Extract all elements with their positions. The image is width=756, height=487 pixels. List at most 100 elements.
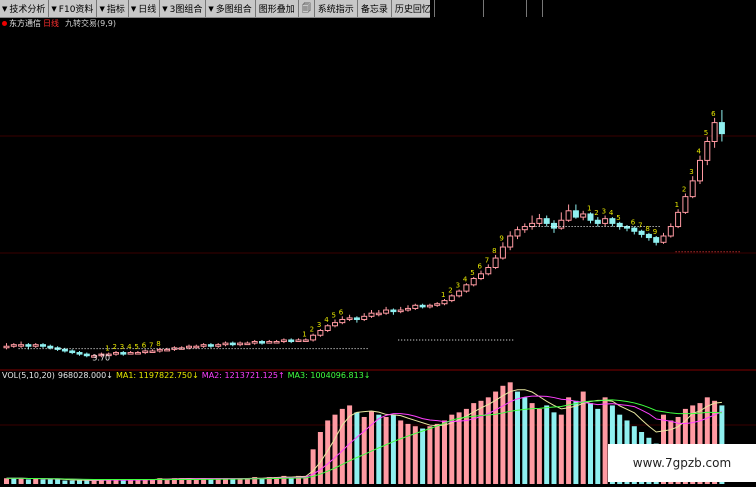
candle-body[interactable] — [463, 284, 470, 292]
volume-bar[interactable] — [485, 397, 491, 484]
candle-body[interactable] — [485, 267, 492, 275]
volume-bar[interactable] — [493, 391, 499, 484]
candle-body[interactable] — [667, 226, 674, 237]
candle-body[interactable] — [631, 227, 638, 232]
candle-body[interactable] — [178, 347, 185, 350]
candle-body[interactable] — [339, 318, 346, 324]
volume-bar[interactable] — [25, 479, 31, 484]
candle-body[interactable] — [426, 304, 433, 308]
candle-body[interactable] — [310, 334, 317, 341]
candle-body[interactable] — [200, 344, 207, 347]
candle-body[interactable] — [645, 233, 652, 239]
volume-bar[interactable] — [208, 479, 214, 484]
volume-bar[interactable] — [383, 416, 389, 484]
volume-bar[interactable] — [369, 411, 374, 484]
candle-body[interactable] — [594, 219, 601, 224]
candle-body[interactable] — [142, 350, 149, 354]
volume-bar[interactable] — [62, 480, 68, 484]
volume-bar[interactable] — [332, 414, 338, 484]
volume-bar[interactable] — [449, 414, 455, 484]
candle-body[interactable] — [229, 342, 236, 346]
candle-body[interactable] — [368, 312, 375, 317]
candle-body[interactable] — [244, 342, 251, 346]
candle-body[interactable] — [120, 352, 127, 355]
candle-body[interactable] — [186, 345, 192, 349]
volume-label[interactable]: VOL(5,10,20) — [2, 371, 55, 381]
candle-body[interactable] — [543, 218, 550, 224]
candle-body[interactable] — [259, 341, 265, 344]
candle-body[interactable] — [215, 344, 222, 347]
candle-body[interactable] — [295, 339, 302, 343]
volume-bar[interactable] — [427, 426, 433, 484]
candle-body[interactable] — [76, 352, 83, 355]
candle-body[interactable] — [653, 237, 660, 243]
candle-body[interactable] — [156, 348, 163, 352]
candle-body[interactable] — [193, 345, 200, 349]
candle-body[interactable] — [346, 317, 353, 320]
volume-bar[interactable] — [566, 397, 572, 484]
candle-body[interactable] — [434, 303, 441, 306]
candle-body[interactable] — [273, 341, 280, 344]
candle-body[interactable] — [536, 218, 543, 224]
volume-bar[interactable] — [536, 408, 542, 484]
candle-body[interactable] — [302, 339, 309, 342]
candle-body[interactable] — [222, 342, 229, 346]
volume-bar[interactable] — [55, 479, 61, 484]
candle-body[interactable] — [40, 344, 46, 347]
candle-body[interactable] — [689, 180, 696, 198]
candle-body[interactable] — [164, 348, 171, 352]
volume-bar[interactable] — [4, 478, 9, 484]
volume-bar[interactable] — [588, 403, 593, 484]
candle-body[interactable] — [419, 304, 426, 308]
volume-bar[interactable] — [47, 479, 53, 484]
volume-bar[interactable] — [580, 391, 586, 484]
candle-body[interactable] — [470, 278, 477, 286]
volume-bar[interactable] — [230, 479, 236, 484]
candle-body[interactable] — [441, 300, 448, 305]
candle-body[interactable] — [405, 307, 411, 311]
candle-body[interactable] — [383, 309, 390, 314]
volume-bar[interactable] — [529, 403, 535, 484]
candle-body[interactable] — [47, 345, 54, 349]
volume-bar[interactable] — [471, 403, 477, 484]
candle-body[interactable] — [448, 295, 455, 302]
candle-body[interactable] — [587, 213, 594, 221]
candle-body[interactable] — [171, 347, 178, 350]
candle-body[interactable] — [280, 339, 287, 343]
candle-body[interactable] — [353, 317, 360, 320]
volume-bar[interactable] — [500, 385, 506, 484]
volume-bar[interactable] — [91, 480, 97, 484]
candle-body[interactable] — [332, 322, 338, 327]
candle-body[interactable] — [10, 344, 17, 347]
candle-body[interactable] — [602, 218, 609, 224]
candle-body[interactable] — [361, 315, 368, 320]
candle-body[interactable] — [134, 352, 141, 355]
volume-bar[interactable] — [33, 478, 39, 484]
candle-body[interactable] — [69, 350, 76, 354]
volume-bar[interactable] — [595, 408, 601, 484]
volume-bar[interactable] — [507, 382, 513, 484]
candle-body[interactable] — [572, 210, 579, 218]
volume-bar[interactable] — [317, 432, 323, 484]
volume-bar[interactable] — [193, 479, 199, 484]
volume-bar[interactable] — [442, 420, 447, 484]
candle-body[interactable] — [375, 312, 382, 316]
price-chart[interactable]: 3.701 2 3 4 5 6 7 812345 612345678912 3 456 7 8 91234… — [0, 0, 756, 487]
volume-bar[interactable] — [522, 397, 528, 484]
candle-body[interactable] — [718, 122, 725, 135]
volume-bar[interactable] — [420, 428, 426, 484]
volume-bar[interactable] — [434, 423, 440, 484]
candle-body[interactable] — [565, 210, 572, 221]
candle-body[interactable] — [127, 352, 134, 355]
volume-bar[interactable] — [40, 479, 46, 484]
volume-bar[interactable] — [515, 391, 520, 484]
candle-body[interactable] — [288, 339, 295, 343]
candle-body[interactable] — [324, 325, 331, 331]
candle-body[interactable] — [237, 342, 244, 346]
candle-body[interactable] — [149, 350, 156, 353]
candle-body[interactable] — [18, 344, 25, 347]
candle-body[interactable] — [551, 222, 557, 229]
candle-body[interactable] — [32, 344, 39, 347]
candle-body[interactable] — [251, 341, 258, 344]
candle-body[interactable] — [61, 348, 68, 352]
